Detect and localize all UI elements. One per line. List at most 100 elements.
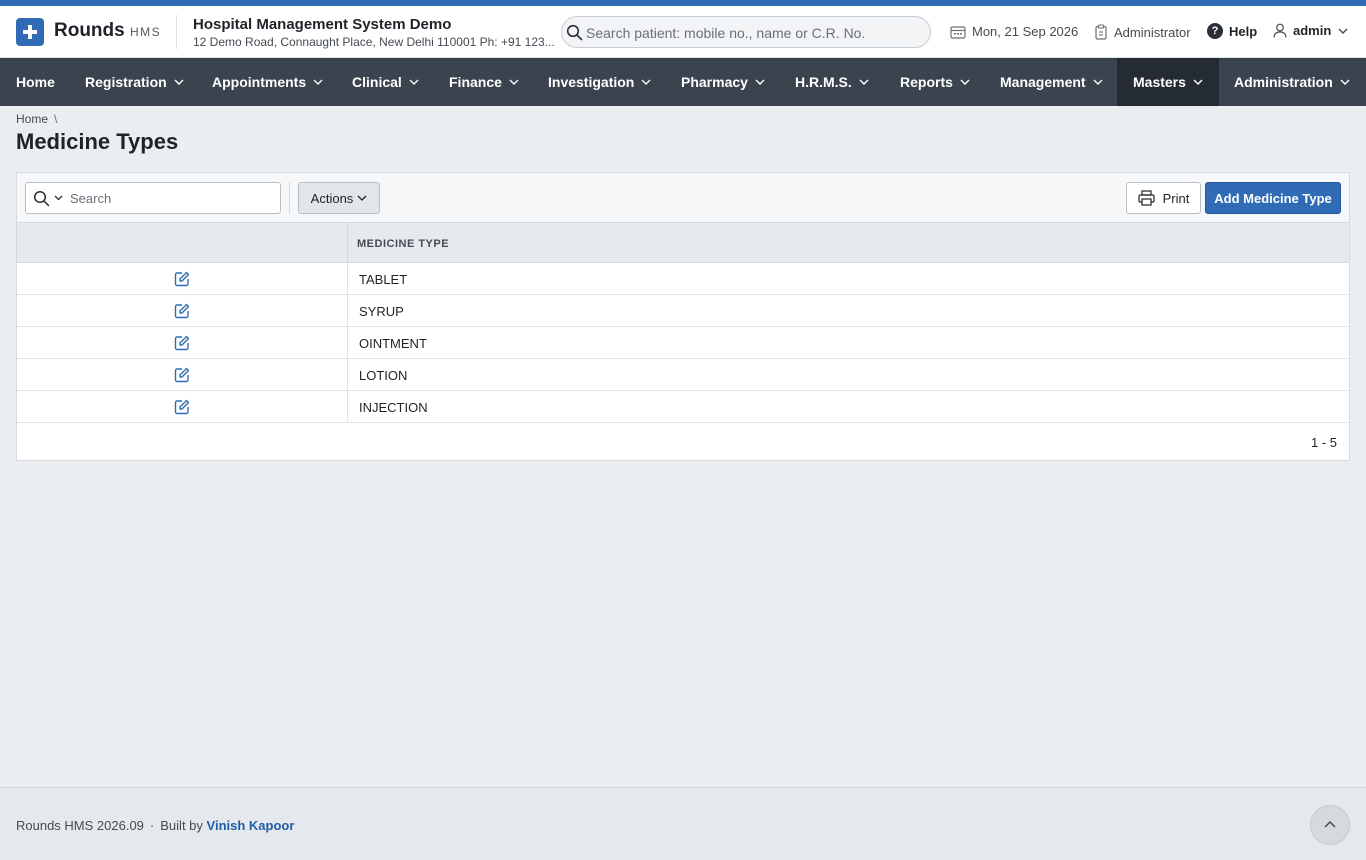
nav-label: Home (16, 74, 55, 90)
edit-cell (17, 391, 348, 422)
nav-home[interactable]: Home (0, 58, 70, 106)
organization-name: Hospital Management System Demo (193, 16, 452, 33)
footer-product: Rounds HMS 2026.09 (16, 818, 144, 833)
medicine-types-panel: Actions Print Add Medicine Type MEDICINE… (16, 172, 1350, 461)
medicine-type-cell: INJECTION (359, 400, 428, 415)
table-row: SYRUP (17, 295, 1349, 327)
nav-label: Management (1000, 74, 1086, 90)
table-row: OINTMENT (17, 327, 1349, 359)
toolbar-divider (289, 182, 290, 214)
add-medicine-type-button[interactable]: Add Medicine Type (1205, 182, 1341, 214)
role-text: Administrator (1114, 24, 1191, 40)
chevron-down-icon (313, 79, 323, 85)
edit-icon[interactable] (174, 399, 190, 415)
edit-icon[interactable] (174, 335, 190, 351)
page-title: Medicine Types (16, 129, 179, 154)
edit-cell (17, 327, 348, 358)
nav-hrms[interactable]: H.R.M.S. (781, 58, 886, 106)
page-footer: Rounds HMS 2026.09 · Built by Vinish Kapoo… (0, 787, 1366, 860)
patient-search (561, 16, 931, 48)
table-search (25, 182, 281, 214)
scroll-to-top-button[interactable] (1310, 805, 1350, 845)
report-toolbar: Actions Print Add Medicine Type (17, 173, 1349, 223)
clipboard-icon (1095, 24, 1107, 40)
search-icon[interactable] (33, 190, 50, 207)
nav-appointments[interactable]: Appointments (198, 58, 338, 106)
role-indicator: Administrator (1094, 24, 1191, 40)
medicine-type-cell: SYRUP (359, 304, 404, 319)
edit-icon[interactable] (174, 271, 190, 287)
edit-icon[interactable] (174, 367, 190, 383)
nav-label: Registration (85, 74, 167, 90)
nav-pharmacy[interactable]: Pharmacy (667, 58, 781, 106)
table-row: TABLET (17, 263, 1349, 295)
edit-icon[interactable] (174, 303, 190, 319)
table-body: TABLET SYRUP OINTMENT LOTION INJECTION (17, 263, 1349, 423)
nav-label: Masters (1133, 74, 1186, 90)
chevron-down-icon[interactable] (54, 195, 63, 201)
print-button[interactable]: Print (1126, 182, 1201, 214)
edit-cell (17, 295, 348, 326)
nav-finance[interactable]: Finance (435, 58, 534, 106)
nav-label: Finance (449, 74, 502, 90)
breadcrumb-separator: \ (54, 112, 58, 126)
breadcrumb-home[interactable]: Home (16, 112, 48, 126)
printer-icon (1138, 190, 1155, 206)
chevron-down-icon (641, 79, 651, 85)
chevron-down-icon (509, 79, 519, 85)
chevron-down-icon (174, 79, 184, 85)
nav-label: Pharmacy (681, 74, 748, 90)
footer-author-link[interactable]: Vinish Kapoor (207, 818, 295, 833)
table-row: INJECTION (17, 391, 1349, 423)
actions-button[interactable]: Actions (298, 182, 380, 214)
table-header: MEDICINE TYPE (17, 223, 1349, 263)
chevron-down-icon (1093, 79, 1103, 85)
footer-built-by: Built by (160, 818, 203, 833)
chevron-down-icon (960, 79, 970, 85)
table-search-input[interactable] (70, 187, 270, 209)
app-name[interactable]: Rounds (54, 20, 125, 42)
logo-icon[interactable] (16, 18, 44, 46)
nav-reports[interactable]: Reports (886, 58, 986, 106)
search-icon (566, 24, 583, 41)
nav-investigation[interactable]: Investigation (534, 58, 667, 106)
medicine-type-cell: TABLET (359, 272, 408, 287)
chevron-down-icon (859, 79, 869, 85)
nav-clinical[interactable]: Clinical (338, 58, 435, 106)
user-name: admin (1293, 23, 1332, 38)
nav-label: Investigation (548, 74, 635, 90)
chevron-down-icon (409, 79, 419, 85)
nav-management[interactable]: Management (986, 58, 1117, 106)
chevron-down-icon (755, 79, 765, 85)
nav-registration[interactable]: Registration (70, 58, 198, 106)
edit-cell (17, 359, 348, 390)
edit-cell (17, 263, 348, 294)
nav-label: Appointments (212, 74, 307, 90)
medicine-type-cell: OINTMENT (359, 336, 427, 351)
column-header-medicine-type[interactable]: MEDICINE TYPE (357, 238, 449, 250)
actions-label: Actions (310, 190, 354, 206)
nav-administration[interactable]: Administration (1219, 58, 1366, 106)
chevron-down-icon (1193, 79, 1203, 85)
help-label: Help (1229, 23, 1258, 39)
medicine-type-cell: LOTION (359, 368, 408, 383)
footer-text: Rounds HMS 2026.09 · Built by Vinish Kapoo… (16, 818, 294, 833)
breadcrumb: Home \ (16, 112, 57, 126)
user-menu[interactable]: admin (1273, 23, 1348, 38)
main-navigation: Home Registration Appointments Clinical … (0, 58, 1366, 106)
app-header: Rounds HMS Hospital Management System De… (0, 6, 1366, 58)
nav-label: Clinical (352, 74, 402, 90)
footer-separator: · (149, 818, 155, 833)
patient-search-input[interactable] (586, 21, 916, 45)
nav-label: Administration (1234, 74, 1333, 90)
nav-label: H.R.M.S. (795, 74, 852, 90)
chevron-up-icon (1324, 820, 1336, 828)
current-date: Mon, 21 Sep 2026 (950, 24, 1078, 39)
help-link[interactable]: ? Help (1207, 23, 1257, 39)
table-row: LOTION (17, 359, 1349, 391)
nav-masters[interactable]: Masters (1117, 58, 1219, 106)
chevron-down-icon (1338, 28, 1348, 34)
chevron-down-icon (357, 195, 367, 201)
pagination-range: 1 - 5 (1310, 435, 1337, 450)
calendar-icon (950, 25, 966, 39)
